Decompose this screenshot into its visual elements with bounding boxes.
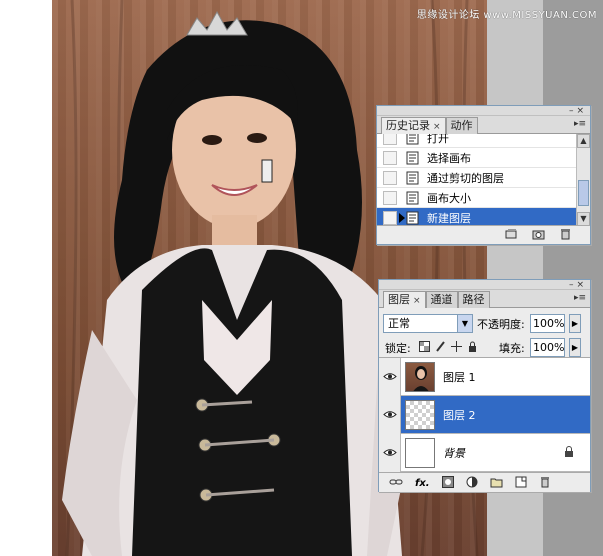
layer-row-layer-1[interactable]: 图层 1 (379, 357, 590, 396)
layers-panel-footer: fx. (379, 472, 590, 492)
new-document-from-state-icon[interactable] (505, 228, 518, 240)
opacity-label: 不透明度: (477, 318, 525, 331)
history-state-icon (405, 151, 421, 165)
history-item-label: 选择画布 (427, 151, 471, 165)
watermark-text: 思缘设计论坛 www.MISSYUAN.COM (416, 10, 597, 21)
link-icon[interactable] (389, 477, 403, 490)
new-layer-icon[interactable] (515, 476, 527, 491)
history-brush-source-box[interactable] (383, 210, 397, 225)
layers-list: 图层 1 图层 2 背景 (379, 357, 590, 472)
opacity-slider-toggle-icon[interactable]: ▶ (569, 314, 581, 333)
camera-icon[interactable] (532, 228, 545, 240)
lock-all-icon[interactable] (467, 341, 478, 352)
history-item-select-canvas[interactable]: 选择画布 (377, 148, 576, 168)
history-state-icon (405, 171, 421, 185)
history-panel-tabs: 历史记录 × 动作 ▸≡ (377, 116, 590, 135)
fill-slider-toggle-icon[interactable]: ▶ (569, 338, 581, 357)
folder-icon[interactable] (490, 477, 503, 491)
eye-icon[interactable] (379, 357, 401, 396)
layers-panel-tabs: 图层 × 通道 路径 ▸≡ (379, 290, 590, 309)
scroll-thumb[interactable] (578, 180, 589, 206)
close-tab-icon[interactable]: × (413, 296, 421, 306)
history-brush-source-box[interactable] (383, 134, 397, 145)
layers-panel-titlebar[interactable]: –× (379, 280, 590, 290)
history-item-label: 通过剪切的图层 (427, 171, 504, 185)
history-item-layer-via-cut[interactable]: 通过剪切的图层 (377, 168, 576, 188)
lock-image-brush-icon[interactable] (435, 341, 446, 352)
history-state-icon (405, 134, 421, 145)
adjustment-icon[interactable] (466, 476, 478, 491)
layers-panel: –× 图层 × 通道 路径 ▸≡ 正常 ▼ 不透明度: 100% ▶ 锁定: 填… (378, 279, 591, 492)
blend-mode-select[interactable]: 正常 ▼ (383, 314, 473, 333)
tab-history[interactable]: 历史记录 × (381, 117, 446, 135)
history-panel-footer (377, 226, 590, 244)
opacity-input[interactable]: 100% (530, 314, 565, 333)
history-scrollbar[interactable]: ▲ ▼ (576, 134, 590, 225)
lock-label: 锁定: (385, 342, 411, 355)
lock-position-move-icon[interactable] (451, 341, 462, 352)
history-panel: –× 历史记录 × 动作 ▸≡ 打开 选择画布 通过剪切的图层 画布大小 新建图… (376, 105, 591, 245)
tab-layers[interactable]: 图层 × (383, 291, 426, 309)
layer-row-background[interactable]: 背景 (379, 433, 590, 472)
trash-icon[interactable] (539, 476, 551, 491)
history-state-icon (405, 211, 421, 225)
mask-icon[interactable] (441, 476, 454, 491)
tab-channels[interactable]: 通道 (425, 291, 458, 308)
fx-icon[interactable]: fx. (415, 478, 430, 489)
eye-icon[interactable] (379, 395, 401, 434)
scroll-down-icon[interactable]: ▼ (577, 212, 590, 225)
history-item-open[interactable]: 打开 (377, 134, 576, 148)
lock-options (419, 341, 478, 352)
layer-name: 背景 (443, 446, 465, 460)
layer-row-layer-2[interactable]: 图层 2 (379, 395, 590, 434)
layer-thumbnail (405, 361, 435, 392)
history-brush-source-box[interactable] (383, 150, 397, 165)
lock-transparent-icon[interactable] (419, 341, 430, 352)
history-state-icon (405, 191, 421, 205)
history-item-new-layer[interactable]: 新建图层 (377, 208, 576, 225)
fill-label: 填充: (499, 342, 525, 355)
layer-thumbnail (405, 399, 435, 430)
panel-window-controls[interactable]: –× (569, 106, 587, 116)
history-list: 打开 选择画布 通过剪切的图层 画布大小 新建图层 ▲ ▼ (377, 134, 590, 226)
close-tab-icon[interactable]: × (433, 122, 441, 132)
history-item-label: 打开 (427, 134, 449, 145)
eye-icon[interactable] (379, 433, 401, 472)
panel-window-controls[interactable]: –× (569, 280, 587, 290)
history-item-label: 新建图层 (427, 211, 471, 225)
trash-icon[interactable] (559, 228, 572, 240)
layer-name: 图层 1 (443, 370, 476, 384)
lock-icon (564, 446, 574, 460)
scroll-up-icon[interactable]: ▲ (577, 134, 590, 148)
history-item-canvas-size[interactable]: 画布大小 (377, 188, 576, 208)
layer-name: 图层 2 (443, 408, 476, 422)
layer-controls: 正常 ▼ 不透明度: 100% ▶ 锁定: 填充: 100% ▶ (379, 308, 590, 358)
tab-paths[interactable]: 路径 (457, 291, 490, 308)
tab-actions[interactable]: 动作 (445, 117, 478, 134)
history-brush-source-box[interactable] (383, 170, 397, 185)
chevron-down-icon[interactable]: ▼ (457, 315, 472, 332)
history-item-label: 画布大小 (427, 191, 471, 205)
history-brush-source-box[interactable] (383, 190, 397, 205)
history-panel-titlebar[interactable]: –× (377, 106, 590, 116)
layer-thumbnail (405, 437, 435, 468)
panel-menu-icon[interactable]: ▸≡ (574, 119, 586, 129)
panel-menu-icon[interactable]: ▸≡ (574, 293, 586, 303)
fill-input[interactable]: 100% (530, 338, 565, 357)
